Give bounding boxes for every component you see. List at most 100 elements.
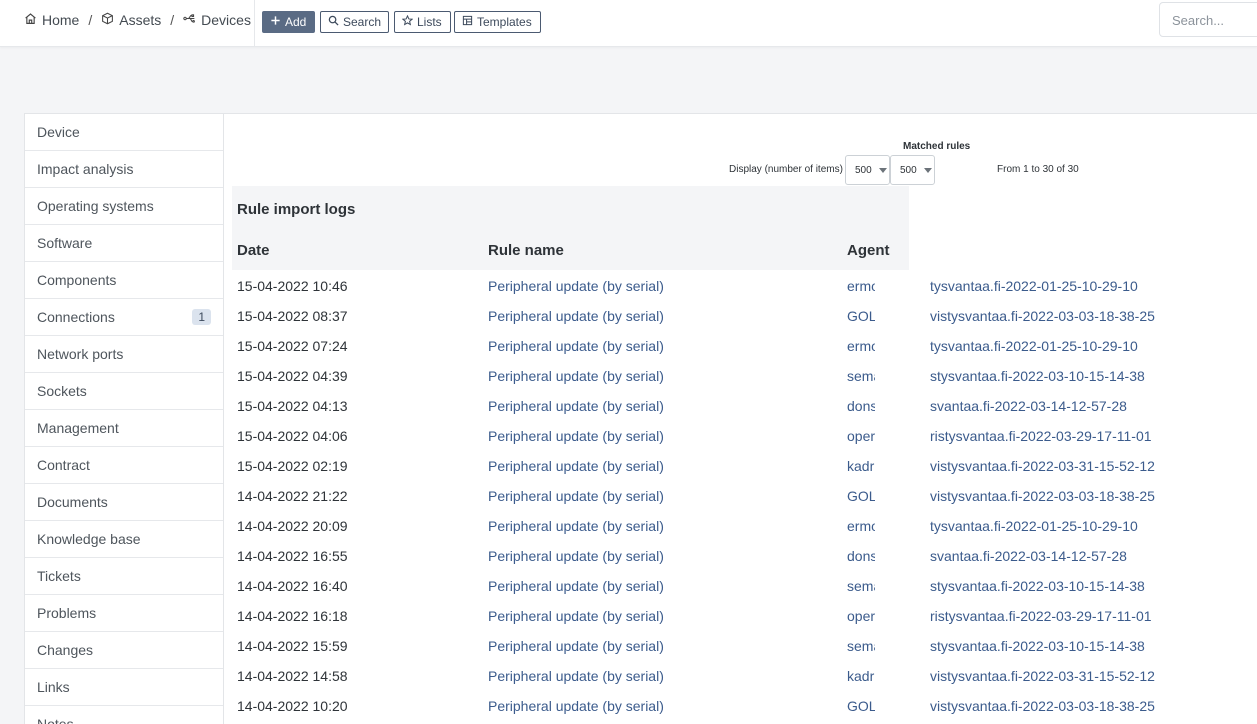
agent-host-link[interactable]: tysvantaa.fi-2022-01-25-10-29-10 [930, 338, 1138, 354]
agent-link[interactable]: GOL [847, 698, 875, 714]
sidebar-item-operating-systems[interactable]: Operating systems [25, 188, 223, 225]
agent-link[interactable]: dons [847, 398, 875, 414]
sidebar-item-contract[interactable]: Contract [25, 447, 223, 484]
breadcrumb-assets[interactable]: Assets [101, 12, 161, 28]
pagination-range: From 1 to 30 of 30 [997, 164, 1079, 175]
rule-link[interactable]: Peripheral update (by serial) [488, 368, 664, 384]
sidebar-item-problems[interactable]: Problems [25, 595, 223, 632]
agent-host-link[interactable]: ristysvantaa.fi-2022-03-29-17-11-01 [930, 428, 1152, 444]
rule-link[interactable]: Peripheral update (by serial) [488, 698, 664, 714]
sidebar-item-components[interactable]: Components [25, 262, 223, 299]
rule-link[interactable]: Peripheral update (by serial) [488, 488, 664, 504]
sidebar-item-label: Contract [37, 457, 90, 473]
agent-link[interactable]: oper [847, 608, 875, 624]
sidebar-item-links[interactable]: Links [25, 669, 223, 706]
agent-link[interactable]: GOL [847, 308, 875, 324]
breadcrumb-separator: / [170, 12, 175, 28]
sidebar-item-connections[interactable]: Connections 1 [25, 299, 223, 336]
agent-host-link[interactable]: stysvantaa.fi-2022-03-10-15-14-38 [930, 638, 1145, 654]
log-date: 15-04-2022 02:19 [237, 458, 348, 474]
header-overlay [909, 186, 1257, 270]
rule-link[interactable]: Peripheral update (by serial) [488, 428, 664, 444]
agent-host-link[interactable]: tysvantaa.fi-2022-01-25-10-29-10 [930, 278, 1138, 294]
sidebar-item-label: Management [37, 420, 119, 436]
agent-host-link[interactable]: tysvantaa.fi-2022-01-25-10-29-10 [930, 518, 1138, 534]
templates-button[interactable]: Templates [454, 11, 541, 33]
agent-link[interactable]: dons [847, 548, 875, 564]
add-button[interactable]: Add [262, 11, 315, 33]
main-panel: Matched rules Display (number of items) … [224, 113, 1257, 724]
agent-host-link[interactable]: vistysvantaa.fi-2022-03-31-15-52-12 [930, 458, 1155, 474]
table-row: 14-04-2022 16:18 Peripheral update (by se… [224, 601, 1257, 631]
sidebar-item-documents[interactable]: Documents [25, 484, 223, 521]
display-count-select[interactable]: 500 [845, 155, 890, 185]
log-date: 14-04-2022 16:40 [237, 578, 348, 594]
rule-link[interactable]: Peripheral update (by serial) [488, 578, 664, 594]
rule-link[interactable]: Peripheral update (by serial) [488, 398, 664, 414]
rule-link[interactable]: Peripheral update (by serial) [488, 278, 664, 294]
agent-host-link[interactable]: vistysvantaa.fi-2022-03-31-15-52-12 [930, 668, 1155, 684]
chevron-down-icon [878, 167, 887, 173]
sidebar-item-label: Operating systems [37, 198, 154, 214]
agent-link[interactable]: GOL [847, 488, 875, 504]
table-row: 15-04-2022 02:19 Peripheral update (by se… [224, 451, 1257, 481]
agent-host-link[interactable]: ristysvantaa.fi-2022-03-29-17-11-01 [930, 608, 1152, 624]
agent-link[interactable]: kadr [847, 668, 875, 684]
sidebar-item-device[interactable]: Device [25, 114, 223, 151]
agent-link[interactable]: sema [847, 638, 875, 654]
rule-link[interactable]: Peripheral update (by serial) [488, 608, 664, 624]
agent-link[interactable]: ermo [847, 278, 875, 294]
agent-host-link[interactable]: vistysvantaa.fi-2022-03-03-18-38-25 [930, 698, 1155, 714]
agent-host-link[interactable]: stysvantaa.fi-2022-03-10-15-14-38 [930, 368, 1145, 384]
sidebar-item-sockets[interactable]: Sockets [25, 373, 223, 410]
sidebar-item-knowledge-base[interactable]: Knowledge base [25, 521, 223, 558]
rule-link[interactable]: Peripheral update (by serial) [488, 338, 664, 354]
breadcrumb-home-label: Home [42, 12, 80, 28]
sidebar-item-notes[interactable]: Notes [25, 706, 223, 724]
breadcrumb-devices-label: Devices [201, 12, 251, 28]
agent-host-link[interactable]: svantaa.fi-2022-03-14-12-57-28 [930, 548, 1127, 564]
matched-rules-count-select[interactable]: 500 [890, 155, 935, 185]
table-row: 15-04-2022 04:39 Peripheral update (by se… [224, 361, 1257, 391]
sidebar-item-label: Documents [37, 494, 108, 510]
sidebar-item-label: Knowledge base [37, 531, 141, 547]
column-header-date[interactable]: Date [237, 242, 270, 259]
rule-link[interactable]: Peripheral update (by serial) [488, 518, 664, 534]
sidebar-item-management[interactable]: Management [25, 410, 223, 447]
log-date: 14-04-2022 15:59 [237, 638, 348, 654]
table-row: 14-04-2022 16:55 Peripheral update (by se… [224, 541, 1257, 571]
agent-host-link[interactable]: vistysvantaa.fi-2022-03-03-18-38-25 [930, 488, 1155, 504]
sidebar-item-label: Software [37, 235, 93, 251]
lists-button-label: Lists [417, 15, 442, 29]
breadcrumb-home[interactable]: Home [24, 12, 79, 28]
agent-host-link[interactable]: vistysvantaa.fi-2022-03-03-18-38-25 [930, 308, 1155, 324]
sidebar-item-tickets[interactable]: Tickets [25, 558, 223, 595]
rule-link[interactable]: Peripheral update (by serial) [488, 638, 664, 654]
agent-link[interactable]: sema [847, 578, 875, 594]
star-icon [401, 14, 414, 29]
rule-link[interactable]: Peripheral update (by serial) [488, 458, 664, 474]
sidebar-item-software[interactable]: Software [25, 225, 223, 262]
agent-link[interactable]: ermo [847, 518, 875, 534]
column-header-rule-name[interactable]: Rule name [488, 242, 564, 259]
agent-link[interactable]: ermo [847, 338, 875, 354]
agent-host-link[interactable]: svantaa.fi-2022-03-14-12-57-28 [930, 398, 1127, 414]
sidebar-item-changes[interactable]: Changes [25, 632, 223, 669]
sidebar-item-network-ports[interactable]: Network ports [25, 336, 223, 373]
global-search-input[interactable]: Search... [1159, 2, 1257, 37]
column-header-agent[interactable]: Agent [847, 242, 890, 259]
lists-button[interactable]: Lists [394, 11, 451, 33]
agent-link[interactable]: sema [847, 368, 875, 384]
sidebar-item-impact-analysis[interactable]: Impact analysis [25, 151, 223, 188]
rule-link[interactable]: Peripheral update (by serial) [488, 668, 664, 684]
agent-link[interactable]: kadr [847, 458, 875, 474]
breadcrumb-devices[interactable]: Devices [183, 12, 251, 28]
logs-table-body: 15-04-2022 10:46 Peripheral update (by se… [224, 271, 1257, 721]
search-button[interactable]: Search [320, 11, 389, 33]
templates-button-label: Templates [477, 15, 532, 29]
sidebar-item-label: Notes [37, 716, 74, 724]
rule-link[interactable]: Peripheral update (by serial) [488, 548, 664, 564]
rule-link[interactable]: Peripheral update (by serial) [488, 308, 664, 324]
agent-host-link[interactable]: stysvantaa.fi-2022-03-10-15-14-38 [930, 578, 1145, 594]
agent-link[interactable]: oper [847, 428, 875, 444]
